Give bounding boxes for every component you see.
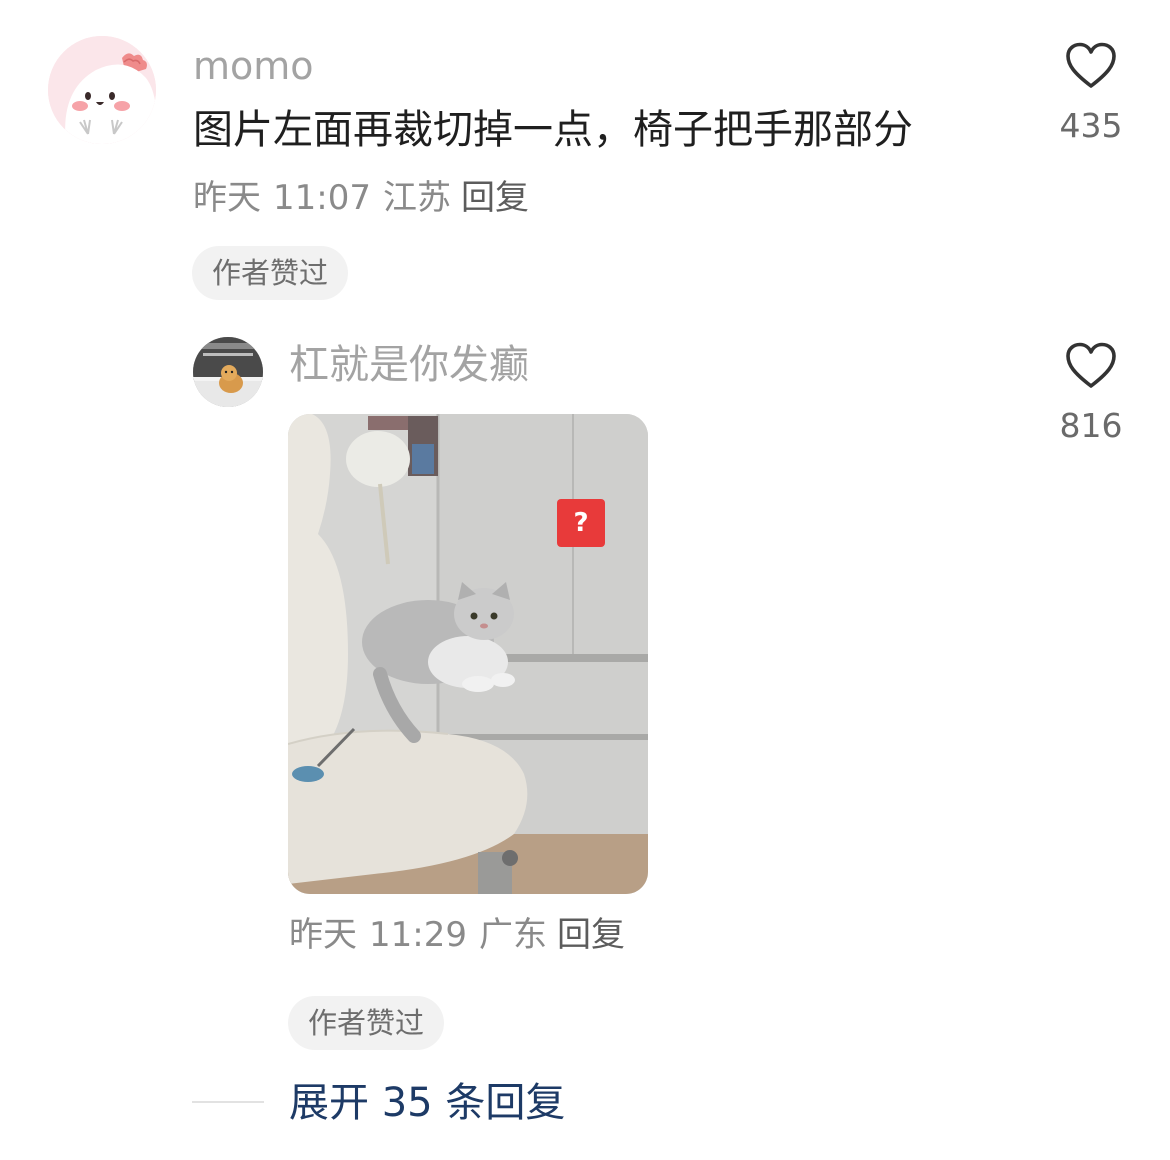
reply-reply-button[interactable]: 回复 <box>557 915 625 955</box>
reply-like-count: 816 <box>1059 406 1123 445</box>
reply-author-liked-badge: 作者赞过 <box>288 996 445 1050</box>
cat-on-chair-photo-icon <box>288 414 648 894</box>
reply-like-button[interactable]: 816 <box>1041 342 1141 446</box>
reply-avatar[interactable] <box>193 337 263 407</box>
expand-replies-button[interactable]: 展开 35 条回复 <box>289 1078 565 1128</box>
avatar[interactable] <box>48 36 156 144</box>
comment-meta: 昨天 11:07 江苏 回复 <box>193 178 529 218</box>
comment-date: 昨天 <box>193 178 261 218</box>
comment-location: 江苏 <box>382 178 451 218</box>
reply-username[interactable]: 杠就是你发癫 <box>289 340 529 390</box>
comment-reply-button[interactable]: 回复 <box>461 178 529 218</box>
cat-photo-avatar-icon <box>193 337 263 407</box>
comment-time: 11:07 <box>273 178 371 218</box>
author-liked-badge: 作者赞过 <box>192 246 349 300</box>
heart-outline-icon <box>1066 42 1116 88</box>
reply-meta: 昨天 11:29 广东 回复 <box>289 915 625 955</box>
reply-image[interactable]: ? <box>288 414 648 894</box>
reply-location: 广东 <box>478 915 547 955</box>
comment-thread: momo 图片左面再裁切掉一点，椅子把手那部分 昨天 11:07 江苏 回复 作者赞过… <box>0 0 1170 1160</box>
reply-time: 11:29 <box>369 915 467 955</box>
reply-date: 昨天 <box>289 915 357 955</box>
comment-like-count: 435 <box>1059 106 1123 145</box>
heart-outline-icon <box>1066 342 1116 388</box>
pink-cartoon-avatar-icon <box>48 36 156 144</box>
comment-username[interactable]: momo <box>193 44 314 88</box>
expand-divider <box>192 1101 264 1103</box>
question-sticker: ? <box>557 499 605 547</box>
comment-text: 图片左面再裁切掉一点，椅子把手那部分 <box>193 107 913 153</box>
comment-like-button[interactable]: 435 <box>1041 42 1141 146</box>
